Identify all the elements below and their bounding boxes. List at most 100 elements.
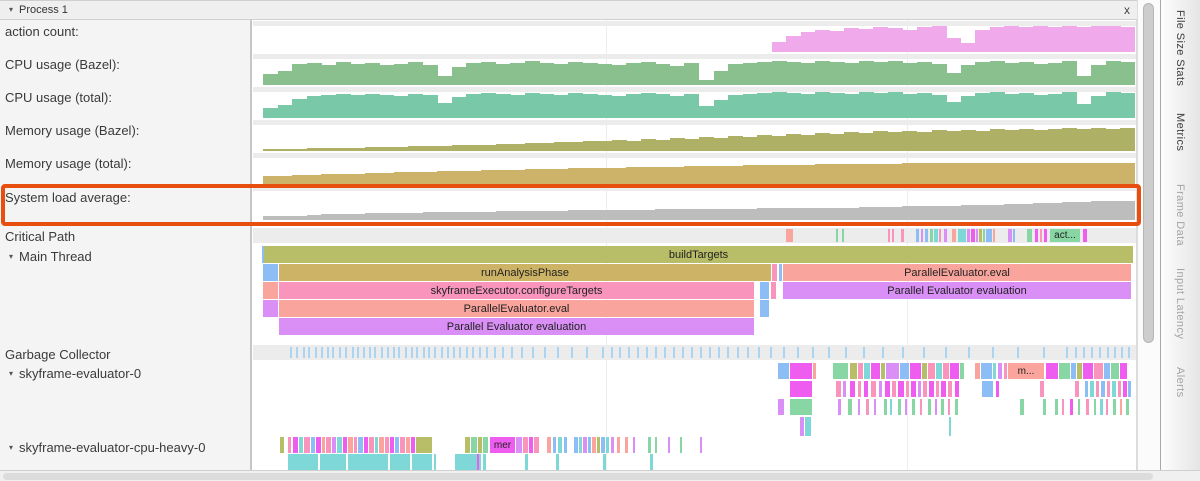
trace-slice[interactable] xyxy=(529,437,533,453)
trace-slice[interactable] xyxy=(998,363,1002,379)
trace-slice[interactable] xyxy=(760,282,769,299)
trace-slice[interactable] xyxy=(1055,399,1058,415)
trace-slice-parallel-evaluator-evaluation[interactable]: Parallel Evaluator evaluation xyxy=(279,318,754,335)
track-label-main-thread[interactable]: ▾Main Thread xyxy=(5,249,92,264)
trace-slice[interactable] xyxy=(923,381,927,397)
trace-slice[interactable] xyxy=(364,437,368,453)
trace-slice[interactable] xyxy=(929,381,934,397)
gc-event-tick[interactable] xyxy=(992,347,994,358)
trace-slice[interactable] xyxy=(625,437,628,453)
trace-slice-parallelevaluator-eval[interactable]: ParallelEvaluator.eval xyxy=(783,264,1131,281)
trace-slice[interactable] xyxy=(547,437,551,453)
trace-slice[interactable] xyxy=(958,229,966,242)
trace-slice[interactable] xyxy=(850,381,855,397)
garbage-collector-track[interactable] xyxy=(253,345,1137,360)
trace-slice[interactable] xyxy=(939,229,941,242)
trace-slice[interactable] xyxy=(655,437,657,453)
trace-slice[interactable] xyxy=(583,437,587,453)
trace-slice[interactable] xyxy=(881,363,885,379)
trace-slice[interactable] xyxy=(779,264,782,281)
trace-slice[interactable] xyxy=(1083,363,1093,379)
trace-slice[interactable] xyxy=(1078,399,1080,415)
gc-event-tick[interactable] xyxy=(619,347,621,358)
tab-metrics[interactable]: Metrics xyxy=(1174,113,1186,151)
gc-event-tick[interactable] xyxy=(363,347,365,358)
gc-event-tick[interactable] xyxy=(459,347,461,358)
trace-slice[interactable] xyxy=(293,437,298,453)
gc-event-tick[interactable] xyxy=(502,347,504,358)
gc-event-tick[interactable] xyxy=(611,347,613,358)
trace-slice[interactable] xyxy=(1027,229,1032,242)
gc-event-tick[interactable] xyxy=(727,347,729,358)
trace-slice[interactable] xyxy=(406,437,410,453)
trace-slice[interactable] xyxy=(771,282,776,299)
trace-slice[interactable] xyxy=(864,363,870,379)
trace-slice[interactable] xyxy=(650,454,653,470)
gc-event-tick[interactable] xyxy=(374,347,376,358)
trace-slice[interactable] xyxy=(1112,381,1116,397)
trace-slice[interactable] xyxy=(975,363,980,379)
trace-slice[interactable] xyxy=(332,437,336,453)
vertical-scrollbar[interactable] xyxy=(1137,0,1160,470)
gc-event-tick[interactable] xyxy=(416,347,418,358)
trace-slice[interactable] xyxy=(299,437,303,453)
trace-slice[interactable] xyxy=(603,454,606,470)
trace-slice[interactable] xyxy=(316,437,321,453)
trace-slice[interactable] xyxy=(944,229,947,242)
close-button[interactable]: x xyxy=(1124,3,1130,17)
trace-slice[interactable] xyxy=(949,417,951,436)
trace-slice[interactable] xyxy=(1113,399,1116,415)
trace-slice[interactable] xyxy=(790,381,812,397)
trace-slice[interactable] xyxy=(941,399,944,415)
collapse-process-icon[interactable]: ▾ xyxy=(9,6,13,14)
trace-slice[interactable] xyxy=(898,399,901,415)
gc-event-tick[interactable] xyxy=(447,347,449,358)
trace-slice[interactable] xyxy=(885,381,890,397)
tab-alerts[interactable]: Alerts xyxy=(1174,367,1186,398)
trace-slice[interactable] xyxy=(280,437,284,453)
expand-track-icon[interactable]: ▾ xyxy=(9,370,13,378)
trace-slice-m[interactable]: m... xyxy=(1008,363,1044,379)
trace-slice[interactable] xyxy=(906,381,909,397)
trace-slice[interactable] xyxy=(890,399,892,415)
trace-slice[interactable] xyxy=(1035,229,1038,242)
trace-slice-parallelevaluator-eval[interactable]: ParallelEvaluator.eval xyxy=(279,300,754,317)
trace-slice[interactable] xyxy=(668,437,670,453)
trace-slice-act[interactable]: act... xyxy=(1050,229,1080,242)
trace-slice[interactable] xyxy=(1040,229,1042,242)
gc-event-tick[interactable] xyxy=(494,347,496,358)
trace-slice[interactable] xyxy=(805,417,811,436)
gc-event-tick[interactable] xyxy=(758,347,760,358)
gc-event-tick[interactable] xyxy=(1091,347,1093,358)
trace-slice[interactable] xyxy=(263,264,278,281)
trace-slice[interactable] xyxy=(288,437,291,453)
trace-slice[interactable] xyxy=(390,454,410,470)
trace-slice[interactable] xyxy=(1096,381,1099,397)
trace-slice[interactable] xyxy=(343,437,347,453)
gc-event-tick[interactable] xyxy=(345,347,347,358)
gc-event-tick[interactable] xyxy=(466,347,468,358)
trace-slice[interactable] xyxy=(1128,381,1131,397)
trace-slice[interactable] xyxy=(348,454,388,470)
trace-slice[interactable] xyxy=(369,437,374,453)
gc-event-tick[interactable] xyxy=(586,347,588,358)
gc-event-tick[interactable] xyxy=(664,347,666,358)
trace-slice[interactable] xyxy=(375,437,378,453)
trace-slice[interactable] xyxy=(263,282,278,299)
trace-slice[interactable] xyxy=(597,437,600,453)
tab-file-size-stats[interactable]: File Size Stats xyxy=(1174,10,1186,86)
trace-slice[interactable] xyxy=(786,229,793,242)
trace-slice[interactable] xyxy=(395,437,399,453)
tab-input-latency[interactable]: Input Latency xyxy=(1174,268,1186,339)
trace-slice[interactable] xyxy=(1094,363,1103,379)
trace-slice[interactable] xyxy=(1118,381,1121,397)
trace-slice[interactable] xyxy=(326,437,331,453)
trace-slice[interactable] xyxy=(960,363,964,379)
trace-slice[interactable] xyxy=(1062,399,1064,415)
trace-slice[interactable] xyxy=(1040,381,1044,397)
trace-slice[interactable] xyxy=(611,437,614,453)
trace-slice[interactable] xyxy=(813,363,816,379)
gc-event-tick[interactable] xyxy=(369,347,371,358)
track-label-skyframe-evaluator-cpu-heavy-0[interactable]: ▾skyframe-evaluator-cpu-heavy-0 xyxy=(5,440,205,455)
trace-slice[interactable] xyxy=(898,381,904,397)
